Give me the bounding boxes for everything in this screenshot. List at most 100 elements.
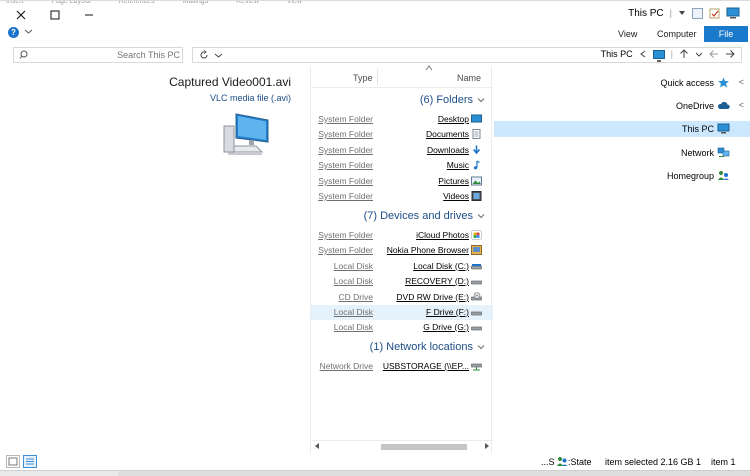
item-type: System Folder	[318, 160, 373, 170]
column-header-type[interactable]: Type	[353, 73, 373, 83]
list-item[interactable]: System Folder Pictures	[311, 174, 493, 189]
homegroup-state-icon	[557, 457, 568, 466]
list-item[interactable]: CD Drive DVD RW Drive (E:)	[311, 290, 493, 305]
column-divider[interactable]	[377, 69, 378, 85]
item-name: G Drive (G:)	[423, 322, 469, 332]
forward-arrow-icon[interactable]	[709, 49, 719, 59]
list-item[interactable]: System Folder iCloud Photos	[311, 228, 493, 243]
item-name: USBSTORAGE (\\EP...	[382, 361, 469, 371]
properties-qat-icon[interactable]	[709, 8, 720, 19]
refresh-icon[interactable]	[199, 50, 209, 60]
list-item[interactable]: System Folder Nokia Phone Browser	[311, 243, 493, 258]
column-header-name[interactable]: Name	[457, 73, 481, 83]
preview-file-name: Captured Video001.avi	[169, 75, 291, 89]
computer-preview-icon	[223, 113, 269, 155]
list-item[interactable]: Local Disk F Drive (F:)	[311, 305, 493, 320]
item-name: F Drive (F:)	[426, 307, 469, 317]
nav-item-onedrive[interactable]: OneDrive <	[494, 98, 750, 114]
address-row: This PC |	[0, 44, 750, 66]
ribbon-expand-chevron-icon[interactable]	[24, 27, 33, 36]
item-type: Local Disk	[333, 322, 373, 332]
nav-item-quick-access[interactable]: Quick access <	[494, 75, 750, 91]
nav-item-this-pc[interactable]: This PC	[494, 121, 750, 137]
window-title: This PC	[628, 7, 664, 19]
tab-view[interactable]: View	[618, 26, 637, 42]
new-folder-qat-icon[interactable]	[692, 7, 703, 19]
up-arrow-icon[interactable]	[679, 49, 689, 59]
details-view-button[interactable]	[23, 455, 37, 468]
group-label: (7) Devices and drives	[363, 210, 473, 222]
group-header-devices[interactable]: (7) Devices and drives	[364, 209, 485, 223]
search-box[interactable]	[13, 47, 183, 63]
tab-computer[interactable]: Computer	[657, 26, 697, 42]
large-icons-view-button[interactable]	[6, 455, 20, 468]
taskbar-strip	[118, 471, 750, 476]
nav-item-label: Network	[680, 148, 714, 158]
close-icon	[16, 10, 26, 20]
collapse-chevron-icon[interactable]	[477, 96, 485, 104]
close-button[interactable]	[4, 5, 38, 25]
nav-item-homegroup[interactable]: Homegroup	[494, 168, 750, 184]
this-pc-title-icon	[726, 7, 740, 19]
search-input[interactable]	[32, 49, 180, 61]
address-dropdown-icon[interactable]	[214, 51, 223, 60]
breadcrumb-chevron-icon[interactable]	[639, 50, 647, 58]
network-drive-icon	[471, 363, 482, 371]
drive-icon	[471, 280, 482, 285]
homegroup-icon	[718, 171, 729, 180]
recent-locations-chevron-icon[interactable]	[695, 50, 703, 58]
list-item[interactable]: Local Disk Local Disk (C:)	[311, 259, 493, 274]
preview-pane: Captured Video001.avi VLC media file (.a…	[0, 66, 308, 454]
drive-icon	[471, 311, 482, 316]
computer-icon	[652, 49, 665, 62]
minimize-button[interactable]	[72, 5, 106, 25]
network-icon	[717, 147, 730, 157]
nav-item-label: OneDrive	[675, 101, 714, 111]
address-bar[interactable]: This PC |	[192, 47, 742, 63]
scrollbar-thumb[interactable]	[381, 444, 467, 450]
group-header-folders[interactable]: (6) Folders	[420, 93, 485, 107]
nav-item-label: Homegroup	[666, 171, 714, 181]
maximize-button[interactable]	[38, 5, 72, 25]
expand-chevron-icon[interactable]: <	[739, 77, 744, 87]
list-item[interactable]: System Folder Music	[311, 158, 493, 173]
item-type: Local Disk	[333, 307, 373, 317]
ribbon-tabs: ? View Computer File	[0, 26, 750, 42]
list-item[interactable]: Local Disk G Drive (G:)	[311, 320, 493, 335]
strip-label: References	[118, 1, 155, 5]
group-header-network[interactable]: (1) Network locations	[370, 340, 485, 354]
item-type: System Folder	[318, 230, 373, 240]
file-list: Type Name (6) Folders System Folder Desk…	[310, 65, 493, 454]
list-item[interactable]: Network Drive USBSTORAGE (\\EP...	[311, 359, 493, 374]
item-type: System Folder	[318, 191, 373, 201]
nav-item-label: This PC	[681, 124, 714, 134]
item-name: Local Disk (C:)	[413, 261, 469, 271]
window-bottom-edge	[0, 470, 750, 476]
help-icon[interactable]: ?	[8, 27, 19, 38]
list-item[interactable]: System Folder Videos	[311, 189, 493, 204]
qat-separator: |	[669, 8, 672, 18]
collapse-chevron-icon[interactable]	[477, 212, 485, 220]
item-type: System Folder	[318, 114, 373, 124]
item-type: Local Disk	[333, 276, 373, 286]
scroll-left-arrow-icon[interactable]	[313, 441, 321, 451]
list-item[interactable]: System Folder Downloads	[311, 143, 493, 158]
list-item[interactable]: System Folder Desktop	[311, 112, 493, 127]
preview-file-type: VLC media file (.avi)	[209, 93, 291, 103]
list-item[interactable]: System Folder Documents	[311, 127, 493, 142]
back-arrow-icon[interactable]	[725, 49, 735, 59]
qat-dropdown-icon[interactable]	[678, 9, 686, 17]
strip-label: Review	[236, 1, 260, 5]
nav-item-network[interactable]: Network	[494, 145, 750, 161]
address-path-text[interactable]: This PC	[601, 49, 633, 59]
item-name: iCloud Photos	[416, 230, 469, 240]
tab-file[interactable]: File	[704, 26, 748, 42]
scroll-right-arrow-icon[interactable]	[483, 441, 491, 451]
phone-browser-icon	[471, 245, 482, 255]
collapse-chevron-icon[interactable]	[477, 343, 485, 351]
item-name: Videos	[443, 191, 469, 201]
expand-chevron-icon[interactable]: <	[739, 100, 744, 110]
horizontal-scrollbar[interactable]	[311, 440, 493, 452]
list-item[interactable]: Local Disk RECOVERY (D:)	[311, 274, 493, 289]
details-view-icon	[26, 458, 34, 465]
